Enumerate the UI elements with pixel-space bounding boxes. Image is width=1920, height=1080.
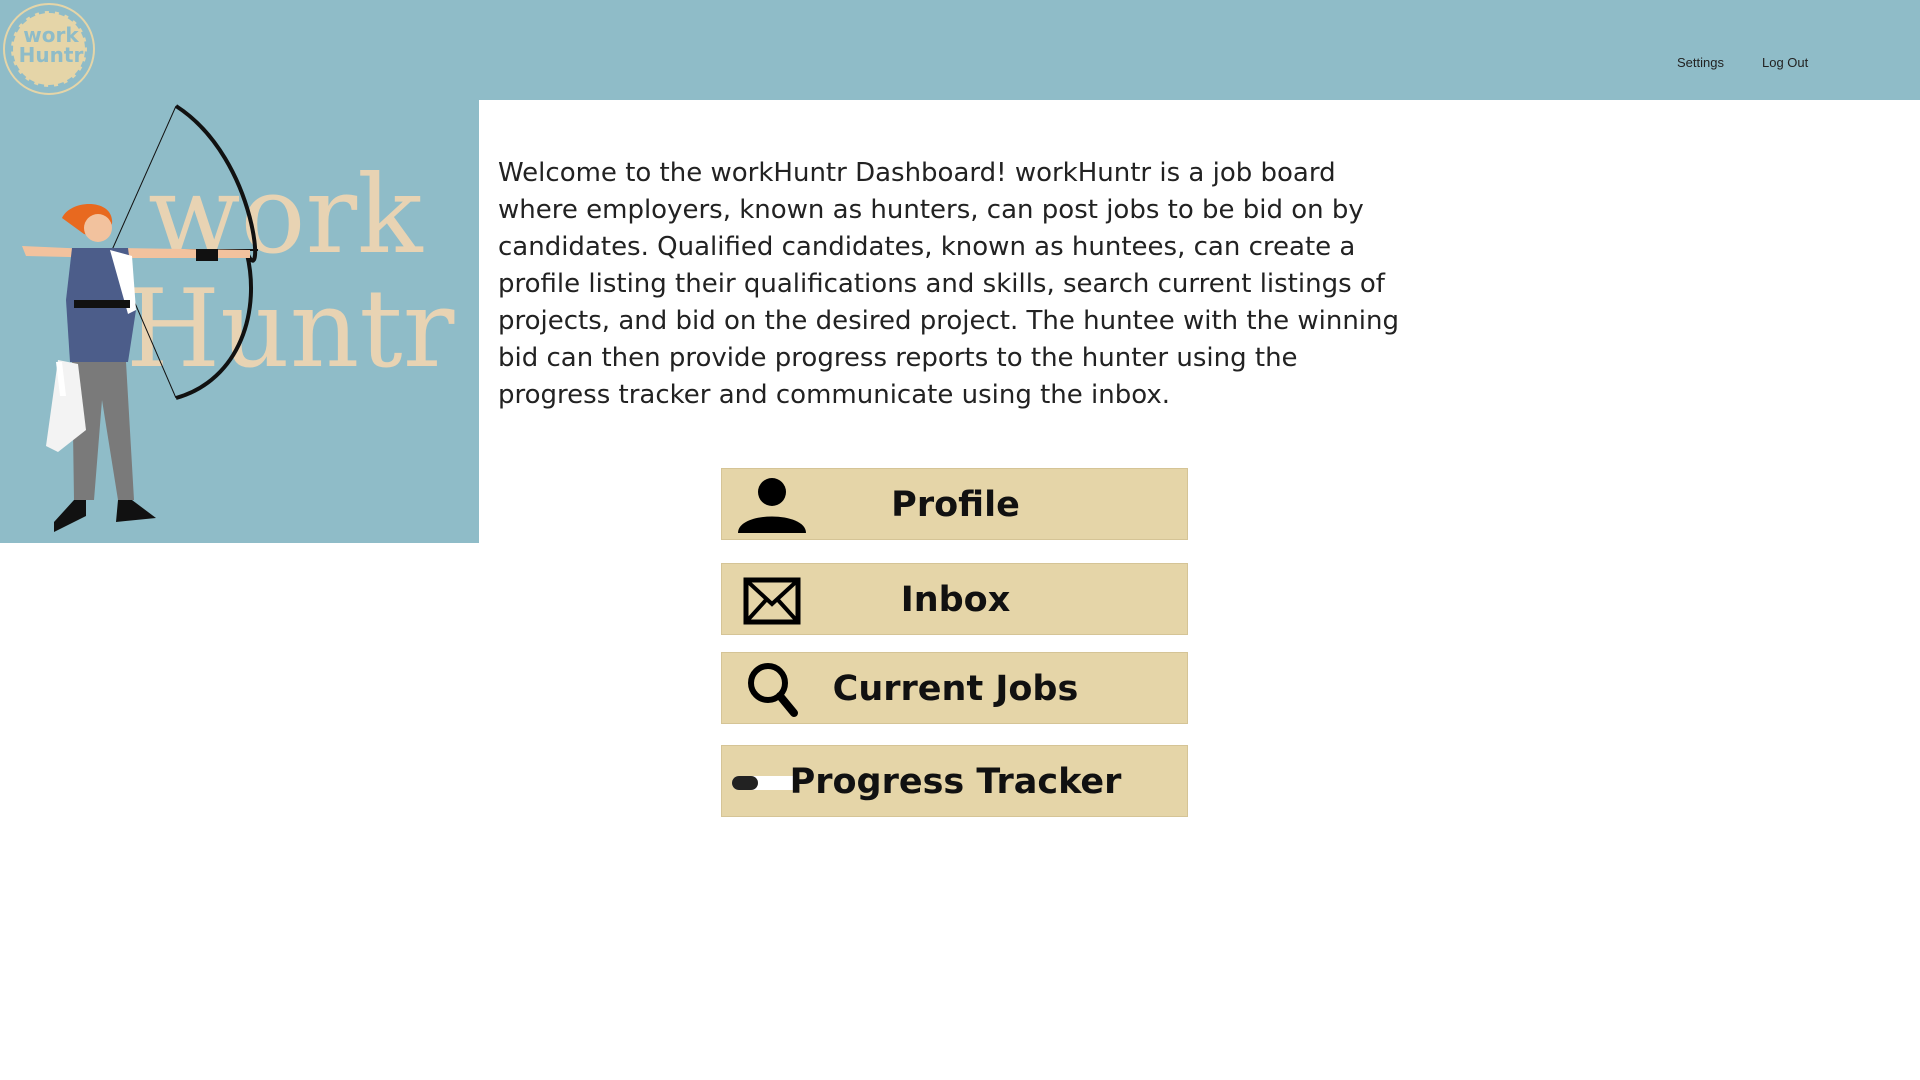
profile-button[interactable]: Profile	[721, 468, 1188, 540]
settings-link[interactable]: Settings	[1677, 55, 1724, 70]
progress-tracker-button[interactable]: Progress Tracker	[721, 745, 1188, 817]
archer-illustration: work Huntr	[22, 104, 455, 532]
logo-text-line1: work	[23, 23, 79, 47]
top-header: work Huntr Settings Log Out	[0, 0, 1920, 100]
profile-button-label: Profile	[891, 485, 1020, 525]
hero-wordmark-line2: Huntr	[126, 267, 455, 392]
intro-paragraph: Welcome to the workHuntr Dashboard! work…	[498, 158, 1400, 410]
inbox-button[interactable]: Inbox	[721, 563, 1188, 635]
logout-link[interactable]: Log Out	[1762, 55, 1808, 70]
workhuntr-logo[interactable]: work Huntr	[3, 3, 95, 95]
logo-text: work Huntr	[5, 25, 97, 65]
logo-text-line2: Huntr	[18, 43, 84, 67]
progress-tracker-button-label: Progress Tracker	[789, 762, 1122, 802]
hero-wordmark-line1: work	[148, 153, 424, 278]
current-jobs-button-label: Current Jobs	[832, 669, 1079, 709]
inbox-button-label: Inbox	[900, 580, 1011, 620]
hero-banner: work Huntr	[0, 100, 479, 543]
current-jobs-button[interactable]: Current Jobs	[721, 652, 1188, 724]
